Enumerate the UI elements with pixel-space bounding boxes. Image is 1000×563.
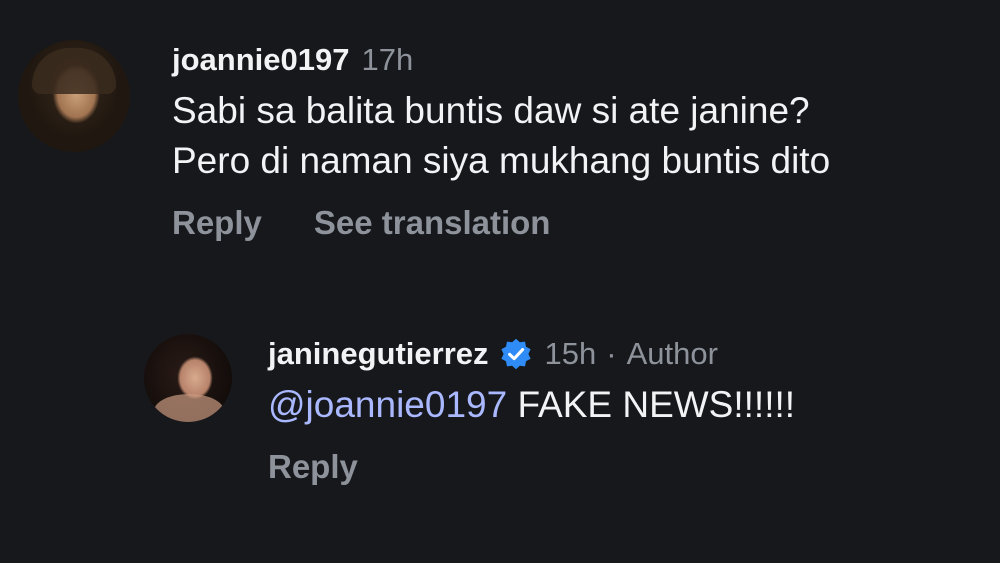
username[interactable]: janinegutierrez	[268, 336, 489, 372]
timestamp: 17h	[361, 42, 414, 77]
comment-text: Sabi sa balita buntis daw si ate janine?…	[172, 86, 830, 186]
reply-text: FAKE NEWS!!!!!!	[517, 384, 796, 425]
comment-joannie0197: joannie0197 17h Sabi sa balita buntis da…	[18, 40, 830, 242]
mention-link[interactable]: @joannie0197	[268, 384, 507, 425]
comment-meta: joannie0197 17h	[172, 42, 830, 78]
see-translation-button[interactable]: See translation	[314, 204, 551, 242]
comment-text: @joannie0197 FAKE NEWS!!!!!!	[268, 380, 795, 430]
comment-actions: Reply	[268, 448, 795, 486]
reply-button[interactable]: Reply	[172, 204, 262, 242]
comment-actions: Reply See translation	[172, 204, 830, 242]
comment-body: joannie0197 17h Sabi sa balita buntis da…	[172, 42, 830, 242]
comment-line: Sabi sa balita buntis daw si ate janine?	[172, 90, 810, 131]
username[interactable]: joannie0197	[172, 42, 349, 78]
reply-button[interactable]: Reply	[268, 448, 358, 486]
verified-badge-icon	[500, 338, 531, 370]
avatar[interactable]	[18, 40, 130, 152]
separator: ·	[606, 336, 617, 371]
avatar[interactable]	[144, 334, 232, 422]
timestamp: 15h	[544, 336, 597, 371]
reply-janinegutierrez: janinegutierrez 15h · Author @joannie019…	[144, 334, 795, 486]
comment-body: janinegutierrez 15h · Author @joannie019…	[268, 336, 795, 486]
author-label: Author	[626, 336, 718, 371]
comment-line: Pero di naman siya mukhang buntis dito	[172, 140, 831, 181]
comment-meta: janinegutierrez 15h · Author	[268, 336, 795, 372]
